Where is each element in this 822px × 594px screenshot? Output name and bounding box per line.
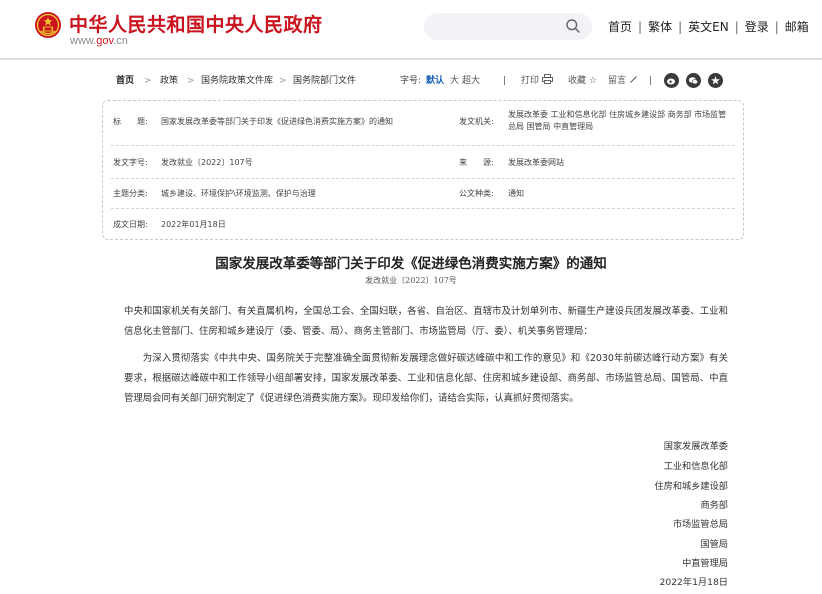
article-paragraph: 中央和国家机关有关部门、有关直属机构，全国总工会、全国妇联，各省、自治区、直辖市… [124, 306, 728, 337]
favorite-label: 收藏 [568, 76, 587, 86]
print-button[interactable]: 打印 [521, 74, 553, 88]
nav-mail-link[interactable]: 邮箱 [785, 18, 809, 35]
wechat-icon[interactable] [686, 73, 701, 88]
domain-prefix: www. [70, 35, 97, 47]
breadcrumb-library-link[interactable]: 国务院政策文件库 [201, 74, 273, 88]
date-value: 2022年01月18日 [161, 220, 226, 229]
qzone-icon[interactable] [708, 73, 723, 88]
toolbar-divider: | [649, 76, 653, 86]
document-info-table: 标 题: 国家发展改革委等部门关于印发《促进绿色消费实施方案》的通知 发文机关:… [102, 100, 744, 240]
article-title: 国家发展改革委等部门关于印发《促进绿色消费实施方案》的通知 [215, 256, 607, 272]
toolbar-divider: | [503, 76, 507, 86]
docno-label: 发文字号: [113, 158, 148, 167]
site-header: 中华人民共和国中央人民政府 www.gov.cn 首页 | 繁体 | 英文EN … [0, 0, 822, 58]
font-xlarge-option[interactable]: 超大 [462, 74, 480, 88]
breadcrumb-home-link[interactable]: 首页 [116, 74, 134, 88]
nav-separator: | [678, 19, 683, 34]
signatory: 市场监管总局 [672, 519, 728, 530]
info-row-divider [111, 145, 735, 146]
breadcrumb-policy-link[interactable]: 政策 [160, 74, 178, 88]
breadcrumb: 首页 > 政策 > 国务院政策文件库 > 国务院部门文件 字号: 默认 大 超大… [116, 73, 736, 90]
article-doc-number: 发改就业〔2022〕107号 [365, 276, 457, 285]
site-domain: www.gov.cn [70, 35, 128, 47]
title-value: 国家发展改革委等部门关于印发《促进绿色消费实施方案》的通知 [161, 117, 393, 126]
national-emblem-icon[interactable] [34, 11, 62, 39]
print-label: 打印 [521, 76, 540, 86]
signatory: 国家发展改革委 [663, 441, 728, 452]
pencil-icon [630, 76, 637, 83]
article-paragraph: 为深入贯彻落实《中共中央、国务院关于完整准确全面贯彻新发展理念做好碳达峰碳中和工… [124, 353, 728, 404]
font-large-option[interactable]: 大 [450, 74, 459, 88]
star-icon: ☆ [588, 76, 597, 86]
signatory: 住房和城乡建设部 [654, 481, 729, 492]
topic-value: 城乡建设、环境保护\环境监测、保护与治理 [161, 189, 316, 198]
font-size-label: 字号: [400, 76, 422, 86]
signatory: 中直管理局 [682, 558, 728, 569]
nav-separator: | [774, 19, 779, 34]
nav-login-link[interactable]: 登录 [745, 18, 769, 35]
doc-type-value: 通知 [508, 189, 524, 198]
title-label: 标 题: [113, 117, 148, 126]
source-label: 来 源: [459, 158, 494, 167]
font-default-option[interactable]: 默认 [426, 74, 444, 88]
comment-button[interactable]: 留言 [608, 74, 638, 88]
top-nav: 首页 | 繁体 | 英文EN | 登录 | 邮箱 [608, 18, 809, 35]
topic-label: 主题分类: [113, 189, 148, 198]
info-row-divider [111, 208, 735, 209]
signatory: 工业和信息化部 [663, 461, 728, 472]
signatory: 国管局 [700, 539, 728, 550]
nav-english-link[interactable]: 英文EN [688, 18, 729, 35]
header-divider [0, 58, 822, 60]
nav-separator: | [734, 19, 739, 34]
weibo-icon[interactable] [664, 73, 679, 88]
issuer-label: 发文机关: [459, 117, 494, 126]
breadcrumb-arrow-icon: > [279, 76, 287, 86]
nav-traditional-link[interactable]: 繁体 [648, 18, 672, 35]
date-label: 成文日期: [113, 220, 148, 229]
site-title[interactable]: 中华人民共和国中央人民政府 [69, 10, 323, 37]
breadcrumb-dept-files-link[interactable]: 国务院部门文件 [293, 74, 356, 88]
breadcrumb-arrow-icon: > [144, 76, 152, 86]
domain-suffix: .cn [113, 35, 128, 47]
domain-gov: gov [96, 35, 114, 47]
issuer-value: 发展改革委 工业和信息化部 住房城乡建设部 商务部 市场监管总局 国管局 中直管… [508, 110, 727, 131]
signatory: 商务部 [700, 500, 728, 511]
nav-home-link[interactable]: 首页 [608, 18, 632, 35]
comment-label: 留言 [608, 76, 627, 86]
doc-type-label: 公文种类: [459, 189, 494, 198]
breadcrumb-arrow-icon: > [187, 76, 195, 86]
docno-value: 发改就业〔2022〕107号 [161, 158, 253, 167]
search-icon[interactable] [565, 18, 581, 34]
source-value: 发展改革委网站 [508, 158, 564, 167]
nav-separator: | [638, 19, 643, 34]
printer-icon [541, 74, 553, 84]
signing-date: 2022年1月18日 [659, 577, 728, 588]
search-input[interactable] [424, 13, 592, 40]
favorite-button[interactable]: 收藏 ☆ [568, 74, 597, 88]
info-row-divider [111, 178, 735, 179]
